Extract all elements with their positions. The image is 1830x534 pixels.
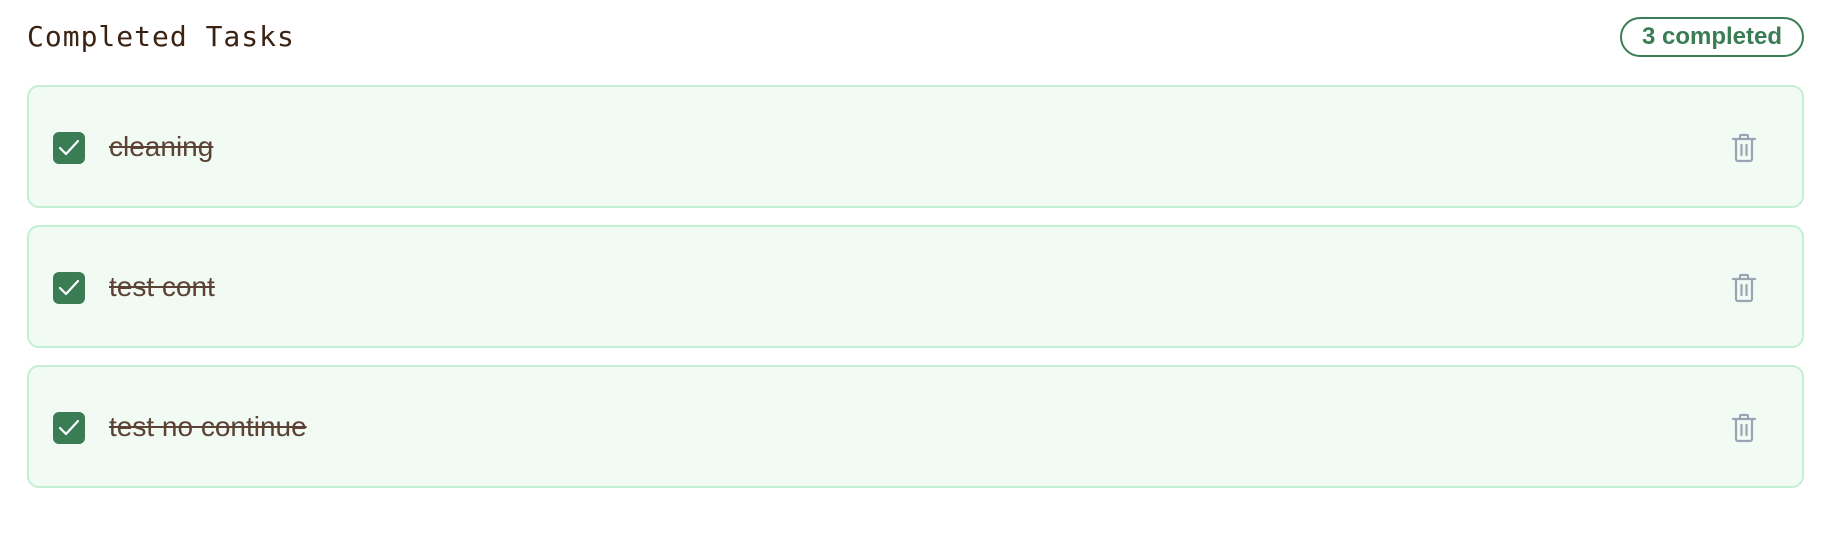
section-header: Completed Tasks 3 completed	[27, 17, 1804, 61]
delete-task-button[interactable]	[1726, 409, 1762, 447]
completed-tasks-section: Completed Tasks 3 completed cleaning tes…	[27, 17, 1804, 488]
task-list: cleaning test cont test no continue	[27, 85, 1804, 505]
checkmark-icon	[58, 279, 80, 296]
completed-count-badge: 3 completed	[1619, 17, 1804, 57]
task-item: cleaning	[27, 85, 1804, 208]
task-item: test no continue	[27, 365, 1804, 488]
task-checkbox[interactable]	[53, 412, 85, 444]
task-label: cleaning	[109, 131, 214, 162]
task-item: test cont	[27, 225, 1804, 348]
trash-icon	[1731, 273, 1757, 303]
trash-icon	[1731, 133, 1757, 163]
delete-task-button[interactable]	[1726, 269, 1762, 307]
trash-icon	[1731, 413, 1757, 443]
section-title: Completed Tasks	[27, 20, 295, 53]
task-label: test no continue	[109, 411, 307, 442]
checkmark-icon	[58, 139, 80, 156]
checkmark-icon	[58, 419, 80, 436]
task-label: test cont	[109, 271, 215, 302]
delete-task-button[interactable]	[1726, 129, 1762, 167]
task-checkbox[interactable]	[53, 132, 85, 164]
task-checkbox[interactable]	[53, 272, 85, 304]
